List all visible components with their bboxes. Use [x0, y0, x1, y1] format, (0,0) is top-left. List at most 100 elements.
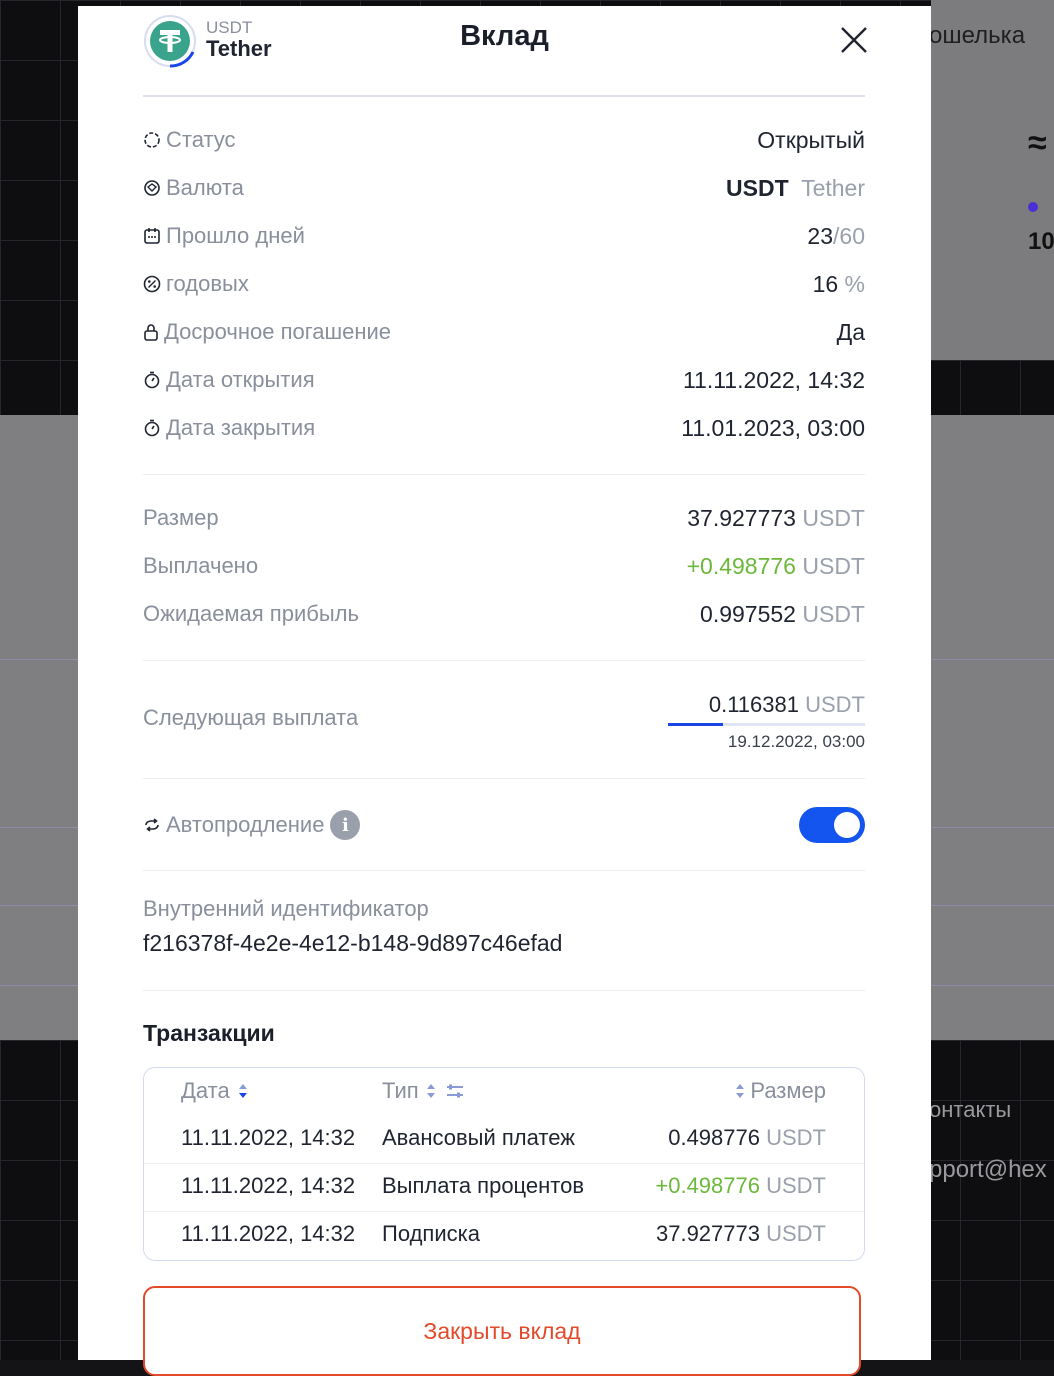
- status-label: Статус: [166, 127, 236, 152]
- size-label: Размер: [143, 505, 219, 530]
- paid-unit: USDT: [802, 552, 865, 579]
- tx-type: Выплата процентов: [382, 1173, 585, 1198]
- tx-type: Подписка: [382, 1221, 480, 1246]
- tx-amount: 37.927773: [655, 1221, 760, 1246]
- internal-id-value: f216378f-4e2e-4e12-b148-9d897c46efad: [143, 930, 563, 956]
- next-payment-value: 0.116381: [708, 692, 799, 717]
- tx-unit: USDT: [766, 1221, 826, 1246]
- next-payment-progress: [668, 723, 865, 726]
- size-row: Размер 37.927773 USDT: [143, 503, 865, 533]
- close-deposit-button[interactable]: Закрыть вклад: [143, 1286, 861, 1376]
- percent-icon: [143, 275, 161, 293]
- next-payment-date: 19.12.2022, 03:00: [727, 732, 865, 751]
- autorenew-toggle[interactable]: [799, 807, 865, 843]
- background-dot: [1028, 202, 1038, 212]
- column-date[interactable]: Дата: [181, 1078, 249, 1104]
- id-divider: [143, 990, 865, 991]
- background-wallet-text: ошелька: [929, 22, 1026, 49]
- size-value: 37.927773: [687, 504, 796, 531]
- table-row[interactable]: 11.11.2022, 14:32 Выплата процентов +0.4…: [144, 1163, 864, 1210]
- tx-date: 11.11.2022, 14:32: [181, 1173, 356, 1198]
- open-date-row: Дата открытия 11.11.2022, 14:32: [143, 365, 865, 395]
- close-date-value: 11.01.2023, 03:00: [681, 414, 865, 441]
- next-payment-divider: [143, 778, 865, 779]
- tx-amount: +0.498776: [655, 1173, 760, 1198]
- tx-unit: USDT: [766, 1125, 826, 1150]
- tx-amount: 0.498776: [668, 1125, 760, 1150]
- repeat-icon: [145, 818, 159, 832]
- column-amount[interactable]: Размер: [734, 1078, 826, 1104]
- calendar-icon: [144, 228, 160, 244]
- sort-icon[interactable]: [425, 1081, 437, 1101]
- background-contacts-text: онтакты: [929, 1097, 1012, 1122]
- close-date-label: Дата закрытия: [166, 415, 316, 440]
- days-total: /60: [833, 222, 865, 249]
- status-spinner-icon: [144, 132, 160, 148]
- transactions-title: Транзакции: [143, 1020, 275, 1046]
- early-value: Да: [836, 318, 865, 345]
- next-payment-progress-fill: [668, 723, 724, 726]
- annual-unit: %: [844, 270, 865, 297]
- paid-value: +0.498776: [686, 552, 796, 579]
- transactions-table: Дата Тип Размер 11.11.2022, 14:32 Авансо…: [143, 1067, 865, 1261]
- paid-label: Выплачено: [143, 553, 259, 578]
- autorenew-row: Автопродление i: [143, 807, 865, 843]
- autorenew-divider: [143, 870, 865, 871]
- annual-rate-row: годовых 16 %: [143, 269, 865, 299]
- background-email-text: pport@hex: [929, 1156, 1047, 1183]
- open-date-label: Дата открытия: [166, 367, 315, 392]
- header-divider: [143, 95, 865, 97]
- toggle-knob: [834, 812, 860, 838]
- column-type-label: Тип: [382, 1078, 419, 1103]
- days-elapsed: 23: [807, 222, 834, 249]
- amounts-divider: [143, 660, 865, 661]
- tx-type: Авансовый платеж: [382, 1125, 575, 1150]
- background-approx-symbol: ≈: [1028, 124, 1047, 162]
- background-number: 10: [1028, 228, 1054, 255]
- currency-row: Валюта USDT Tether: [143, 173, 865, 203]
- early-label: Досрочное погашение: [164, 319, 392, 344]
- expected-profit-row: Ожидаемая прибыль 0.997552 USDT: [143, 599, 865, 629]
- stopwatch-icon: [144, 371, 160, 389]
- paid-row: Выплачено +0.498776 USDT: [143, 551, 865, 581]
- tx-unit: USDT: [766, 1173, 826, 1198]
- coin-stack-icon: [144, 180, 160, 196]
- deposit-modal: USDT Tether Вклад Статус Открытый Валюта…: [78, 6, 931, 1376]
- expected-label: Ожидаемая прибыль: [143, 601, 359, 626]
- autorenew-label: Автопродление: [166, 812, 325, 837]
- currency-code: USDT: [726, 174, 789, 201]
- sort-icon[interactable]: [734, 1081, 746, 1101]
- internal-id-label: Внутренний идентификатор: [143, 896, 429, 921]
- lock-icon: [144, 324, 158, 341]
- next-payment-row: Следующая выплата: [143, 703, 543, 733]
- sort-desc-icon[interactable]: [237, 1081, 249, 1101]
- status-row: Статус Открытый: [143, 125, 865, 155]
- close-date-row: Дата закрытия 11.01.2023, 03:00: [143, 413, 865, 443]
- early-repayment-row: Досрочное погашение Да: [143, 317, 865, 347]
- transactions-header: Дата Тип Размер: [144, 1078, 864, 1108]
- tx-date: 11.11.2022, 14:32: [181, 1221, 356, 1246]
- tx-date: 11.11.2022, 14:32: [181, 1125, 356, 1150]
- size-unit: USDT: [802, 504, 865, 531]
- column-type[interactable]: Тип: [382, 1078, 465, 1104]
- annual-value: 16: [812, 270, 839, 297]
- close-icon[interactable]: [836, 22, 872, 58]
- table-row[interactable]: 11.11.2022, 14:32 Подписка 37.927773 USD…: [144, 1211, 864, 1258]
- expected-value: 0.997552: [700, 600, 796, 627]
- next-payment-unit: USDT: [805, 692, 865, 717]
- column-amount-label: Размер: [750, 1078, 826, 1103]
- currency-label: Валюта: [166, 175, 244, 200]
- stopwatch-icon: [144, 419, 160, 437]
- modal-title: Вклад: [460, 20, 549, 52]
- background-card: [931, 0, 1054, 360]
- table-row[interactable]: 11.11.2022, 14:32 Авансовый платеж 0.498…: [144, 1115, 864, 1162]
- next-payment-info: 0.116381 USDT 19.12.2022, 03:00: [668, 692, 865, 752]
- currency-name: Tether: [801, 174, 865, 201]
- next-payment-label: Следующая выплата: [143, 705, 359, 730]
- expected-unit: USDT: [802, 600, 865, 627]
- status-value: Открытый: [757, 126, 865, 153]
- filter-icon[interactable]: [445, 1082, 465, 1100]
- info-icon[interactable]: i: [330, 810, 361, 840]
- open-date-value: 11.11.2022, 14:32: [682, 366, 865, 393]
- days-row: Прошло дней 23/60: [143, 221, 865, 251]
